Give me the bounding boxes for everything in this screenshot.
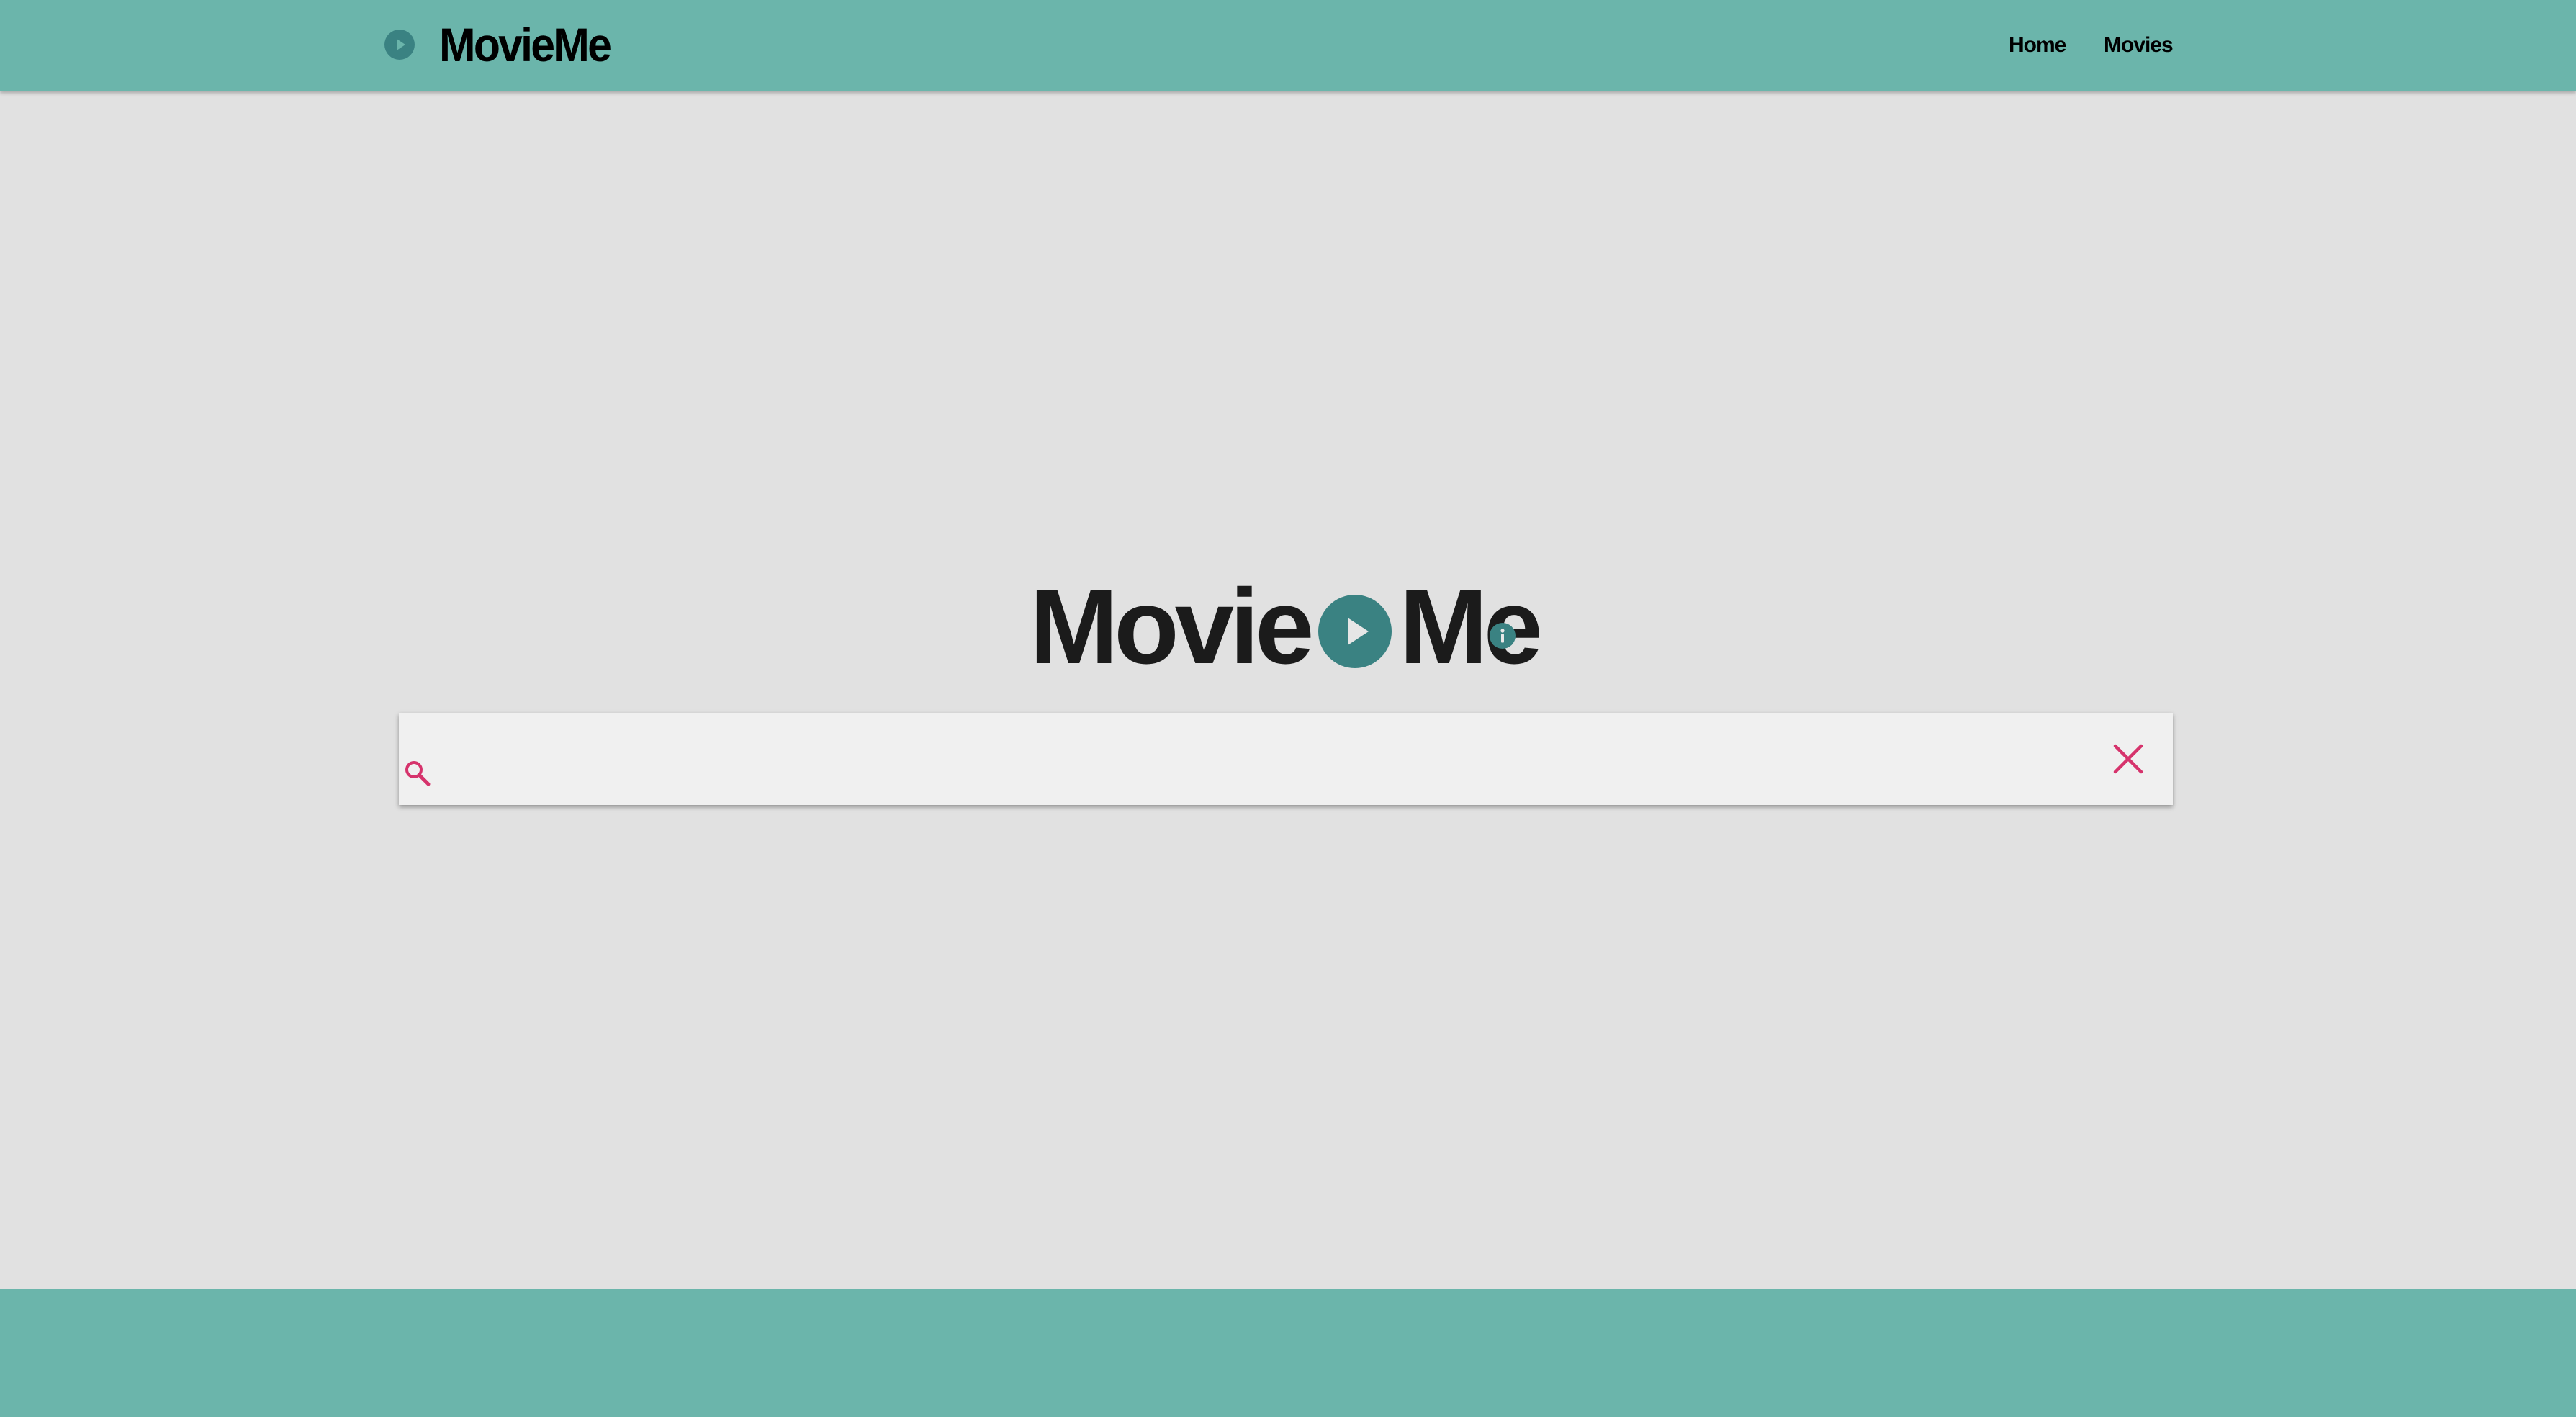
search-icon	[405, 761, 431, 786]
footer	[0, 1289, 2576, 1417]
search-bar	[399, 713, 2173, 805]
hero-logo-word-movie: Movie	[1030, 567, 1314, 686]
info-icon[interactable]	[1490, 623, 1516, 649]
brand[interactable]: MovieMe	[384, 13, 625, 76]
top-bar: MovieMe Home Movies	[0, 0, 2576, 91]
brand-name: MovieMe	[439, 18, 612, 71]
hero-logo-word-me: Me	[1399, 567, 1543, 686]
nav-home-link[interactable]: Home	[2009, 26, 2066, 65]
close-icon[interactable]	[2112, 743, 2144, 775]
nav-movies-link[interactable]: Movies	[2104, 26, 2174, 65]
hero-logo: Movie Me	[1030, 567, 1543, 686]
play-circle-icon	[1318, 595, 1392, 668]
play-circle-icon	[384, 30, 415, 60]
search-input[interactable]	[442, 734, 2094, 793]
